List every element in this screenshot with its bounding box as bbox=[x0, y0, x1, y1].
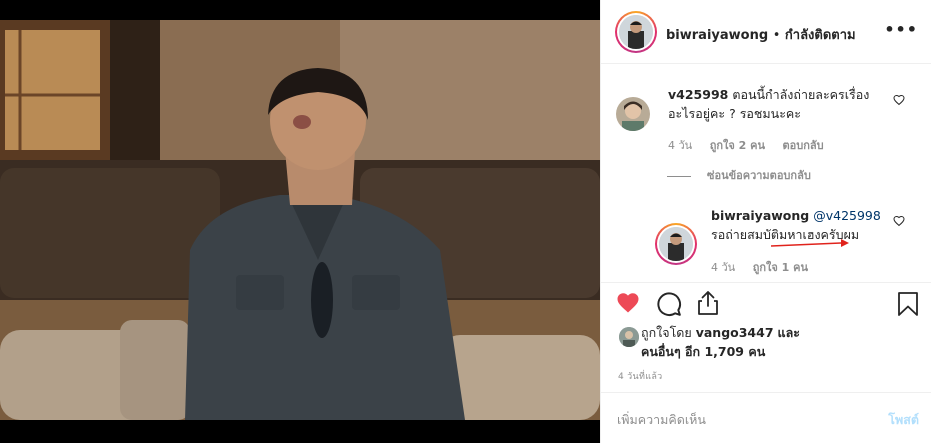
liked-by-prefix: ถูกใจโดย bbox=[641, 325, 692, 340]
hide-replies-button[interactable]: ซ่อนข้อความตอบกลับ bbox=[667, 166, 811, 184]
reply-mention-link[interactable]: @v425998 bbox=[813, 208, 881, 223]
post-header: biwraiyawong • กำลังติดตาม ••• bbox=[601, 0, 931, 64]
reply-username[interactable]: biwraiyawong bbox=[711, 208, 809, 223]
reply-meta: 4 วัน ถูกใจ 1 คน bbox=[711, 258, 822, 276]
comment-likes-count[interactable]: ถูกใจ 2 คน bbox=[710, 139, 765, 152]
liked-by-user-link[interactable]: vango3447 bbox=[696, 325, 774, 340]
comment-username[interactable]: v425998 bbox=[668, 87, 728, 102]
liked-by-others-link[interactable]: คนอื่นๆ อีก 1,709 คน bbox=[641, 344, 765, 359]
post-timestamp[interactable]: 4 วันที่แล้ว bbox=[618, 369, 663, 383]
comment-text-line2: อะไรอยู่คะ ? รอชมนะคะ bbox=[668, 106, 801, 121]
post-photo-image bbox=[0, 0, 600, 443]
hide-replies-label: ซ่อนข้อความตอบกลับ bbox=[707, 169, 811, 182]
reply-author-avatar[interactable] bbox=[655, 223, 697, 265]
add-comment-input[interactable]: เพิ่มความคิดเห็น bbox=[617, 410, 706, 430]
author-avatar[interactable] bbox=[615, 11, 657, 53]
author-username[interactable]: biwraiyawong bbox=[666, 28, 768, 43]
share-icon[interactable] bbox=[696, 290, 720, 316]
comment-time[interactable]: 4 วัน bbox=[668, 139, 692, 152]
bookmark-icon[interactable] bbox=[897, 291, 919, 317]
reply-like-heart-icon[interactable] bbox=[893, 215, 905, 227]
comment-like-heart-icon[interactable] bbox=[893, 94, 905, 106]
comment-body: v425998 ตอนนี้กำลังถ่ายละครเรื่อง อะไรอย… bbox=[668, 85, 869, 123]
liked-by-others-suffix: คน bbox=[748, 344, 766, 359]
post-comment-button[interactable]: โพสต์ bbox=[888, 410, 919, 430]
comment-text-line1: ตอนนี้กำลังถ่ายละครเรื่อง bbox=[732, 87, 870, 102]
more-options-icon[interactable]: ••• bbox=[884, 20, 918, 39]
post-photo[interactable] bbox=[0, 0, 600, 443]
reply-time[interactable]: 4 วัน bbox=[711, 261, 735, 274]
liked-by-summary: ถูกใจโดย vango3447 และ คนอื่นๆ อีก 1,709… bbox=[641, 323, 800, 361]
comment-box-divider bbox=[601, 392, 931, 393]
actions-divider bbox=[601, 282, 931, 283]
reply-likes-count[interactable]: ถูกใจ 1 คน bbox=[753, 261, 808, 274]
comment-icon[interactable] bbox=[656, 291, 682, 317]
annotation-arrow-icon bbox=[771, 239, 849, 247]
heart-icon[interactable] bbox=[615, 291, 641, 315]
header-separator: • bbox=[772, 28, 781, 43]
author-line: biwraiyawong • กำลังติดตาม bbox=[666, 24, 856, 45]
liker-avatar[interactable] bbox=[619, 327, 639, 347]
commenter-avatar[interactable] bbox=[616, 97, 650, 131]
follow-status-button[interactable]: กำลังติดตาม bbox=[785, 28, 856, 43]
liked-by-and: และ bbox=[777, 325, 800, 340]
post-side-panel: biwraiyawong • กำลังติดตาม ••• v425998 ต… bbox=[600, 0, 931, 443]
hide-replies-line bbox=[667, 175, 691, 177]
liked-by-others-count: 1,709 bbox=[704, 344, 745, 359]
comment-meta: 4 วัน ถูกใจ 2 คน ตอบกลับ bbox=[668, 136, 838, 154]
liked-by-others-prefix: คนอื่นๆ อีก bbox=[641, 344, 701, 359]
comment-reply-button[interactable]: ตอบกลับ bbox=[783, 139, 824, 152]
